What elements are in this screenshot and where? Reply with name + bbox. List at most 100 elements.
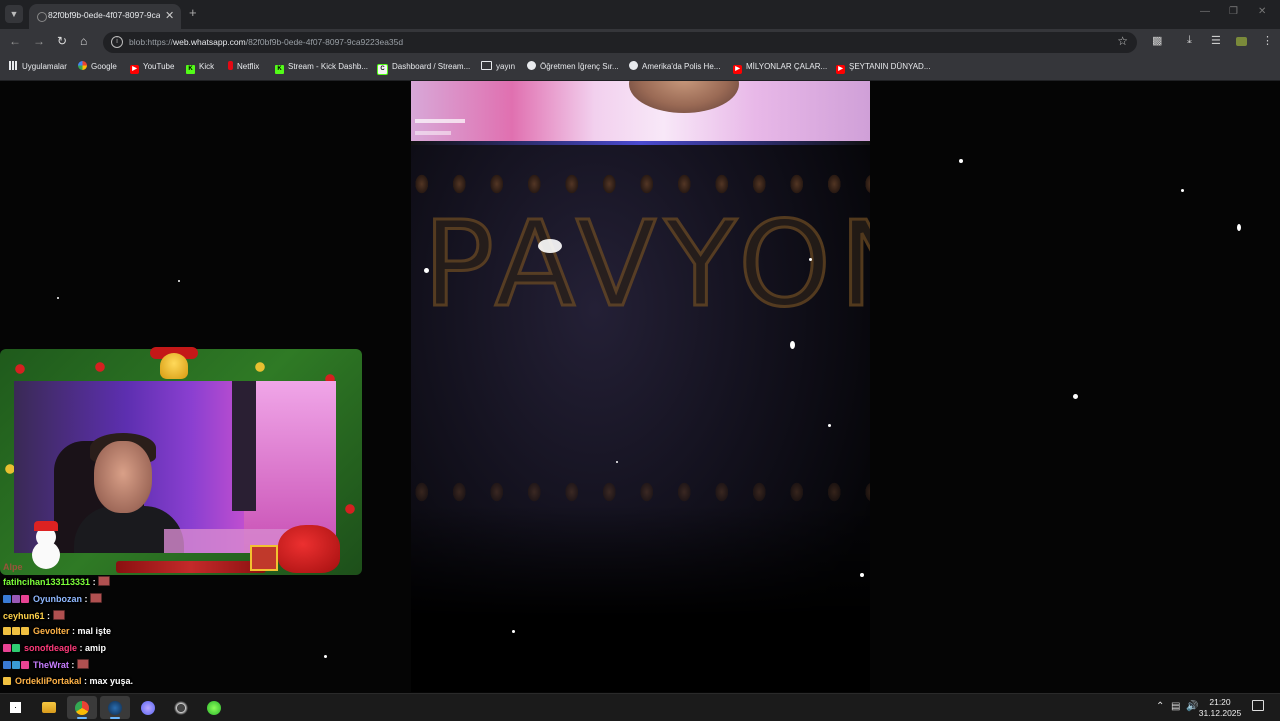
streamer-head [94,441,152,513]
windows-start-icon[interactable] [10,702,21,713]
webcam-overlay [0,347,378,577]
bookmark-youtube[interactable]: ▶ YouTube [130,61,174,74]
chat-partial-username: Alpe [3,562,23,572]
tab-strip: ▼ 82f0bf9b-0ede-4f07-8097-9ca9 ✕ + — ❐ ✕ [0,0,1280,29]
chat-message: sonofdeagle : amip [3,643,106,658]
bookmark-star-icon[interactable]: ☆ [1117,34,1128,48]
youtube-icon: ▶ [733,65,742,74]
bookmark-label: Uygulamalar [22,62,67,71]
chat-username: OrdekliPortakal [15,676,82,686]
window-close-icon[interactable]: ✕ [1258,6,1266,17]
doorway [232,381,256,511]
site-info-icon[interactable]: i [111,36,123,48]
snowflake [57,297,59,299]
taskbar-green-app[interactable] [199,696,229,719]
gift-box-icon [250,545,278,571]
badge-icon [3,661,11,669]
download-icon[interactable]: ⤓ [1187,34,1192,47]
snowflake [1073,394,1078,399]
bookmark-label: Netflix [237,62,260,71]
youtube-icon: ▶ [836,65,845,74]
bookmark-folder-yayin[interactable]: yayın [481,61,515,73]
url-text[interactable]: blob:https://web.whatsapp.com/82f0bf9b-0… [129,37,403,47]
video-frame: PAVYON [411,145,870,692]
tab-search-chevron-icon[interactable]: ▼ [5,5,23,23]
folder-icon [481,61,492,70]
emote-icon [98,576,111,586]
snowflake [860,573,864,577]
christmas-sign [116,561,266,573]
bookmark-milyonlar[interactable]: ▶ MİLYONLAR ÇALAR... [733,61,827,74]
reload-icon[interactable]: ↻ [57,34,67,48]
chat-message: Oyunbozan : [3,593,102,608]
profile-avatar-icon[interactable] [1236,37,1247,46]
snowflake [790,341,795,349]
chat-username: sonofdeagle [24,643,78,653]
menu-kebab-icon[interactable]: ⋮ [1262,34,1273,47]
taskbar-discord[interactable] [133,696,163,719]
video-caption-bar [415,131,451,135]
obs-icon [174,701,188,715]
minimize-icon[interactable]: — [1200,6,1210,17]
network-icon[interactable]: ▤ [1171,701,1180,712]
bookmark-dashboard-stream[interactable]: C Dashboard / Stream... [377,61,470,75]
chat-username: Oyunbozan [33,594,82,604]
bookmark-google[interactable]: Google [78,61,117,73]
new-tab-icon[interactable]: + [189,5,197,20]
bookmark-kick-dashboard[interactable]: K Stream - Kick Dashb... [275,61,369,74]
video-dark-fade [411,505,870,692]
emote-icon [90,593,102,603]
windows-taskbar: ⌃ ▤ 🔊 21:20 31.12.2025 [0,693,1280,721]
globe-icon [629,61,638,70]
tab-loading-icon [37,12,47,22]
close-tab-icon[interactable]: ✕ [165,9,174,22]
badge-icon [12,595,20,603]
taskbar-file-explorer[interactable] [34,696,64,719]
browser-tab[interactable]: 82f0bf9b-0ede-4f07-8097-9ca9 ✕ [29,4,181,29]
media-control-icon[interactable]: ☰ [1211,34,1221,47]
bookmark-kick[interactable]: K Kick [186,61,215,74]
chat-message: OrdekliPortakal : max yuşa. [3,676,133,691]
bookmark-label: Kick [199,62,215,71]
taskbar-chrome[interactable] [67,696,97,719]
address-bar[interactable]: i blob:https://web.whatsapp.com/82f0bf9b… [103,32,1137,53]
forward-icon[interactable]: → [33,34,45,48]
taskbar-obs[interactable] [166,696,196,719]
home-icon[interactable]: ⌂ [80,34,87,48]
clock-time: 21:20 [1209,697,1231,707]
tray-overflow-icon[interactable]: ⌃ [1156,701,1164,712]
santa-hat [34,521,58,531]
maximize-icon[interactable]: ❐ [1229,6,1238,17]
apps-grid-icon [9,61,18,70]
notifications-icon[interactable] [1252,700,1264,711]
spotify-like-icon [207,701,221,715]
taskbar-steam[interactable] [100,696,130,719]
emote-icon [76,659,89,669]
bookmark-label: Stream - Kick Dashb... [288,62,369,71]
badge-icon [21,595,29,603]
chat-message: Gevolter : mal işte [3,626,111,641]
pavyon-sign: PAVYON [421,195,870,333]
bookmarks-bar: Uygulamalar Google ▶ YouTube K Kick Netfli… [0,55,1280,81]
snowflake [1237,224,1241,231]
chat-username: fatihcihan133113331 [3,577,91,587]
back-icon[interactable]: ← [9,34,21,48]
bookmark-label: Amerika'da Polis He... [642,62,721,71]
taskbar-clock[interactable]: 21:20 31.12.2025 [1198,697,1242,719]
marquee-lights-bottom [411,477,870,507]
bookmark-seytanin[interactable]: ▶ ŞEYTANIN DÜNYAD... [836,61,931,74]
bookmark-ogretmen[interactable]: Öğretmen İğrenç Sır... [527,61,619,73]
badge-icon [3,677,11,685]
bookmark-amerika[interactable]: Amerika'da Polis He... [629,61,720,73]
google-icon [78,61,87,70]
file-explorer-icon [42,702,56,713]
video-player[interactable]: PAVYON [411,81,870,692]
browser-toolbar: ← → ↻ ⌂ i blob:https://web.whatsapp.com/… [0,29,1280,55]
bookmark-label: yayın [496,62,516,71]
bookmark-netflix[interactable]: Netflix [228,61,259,73]
bookmark-apps[interactable]: Uygulamalar [9,61,67,73]
volume-icon[interactable]: 🔊 [1186,701,1198,712]
extensions-icon[interactable]: ▩ [1152,34,1162,47]
badge-icon [21,627,29,635]
clock-date: 31.12.2025 [1198,708,1242,718]
